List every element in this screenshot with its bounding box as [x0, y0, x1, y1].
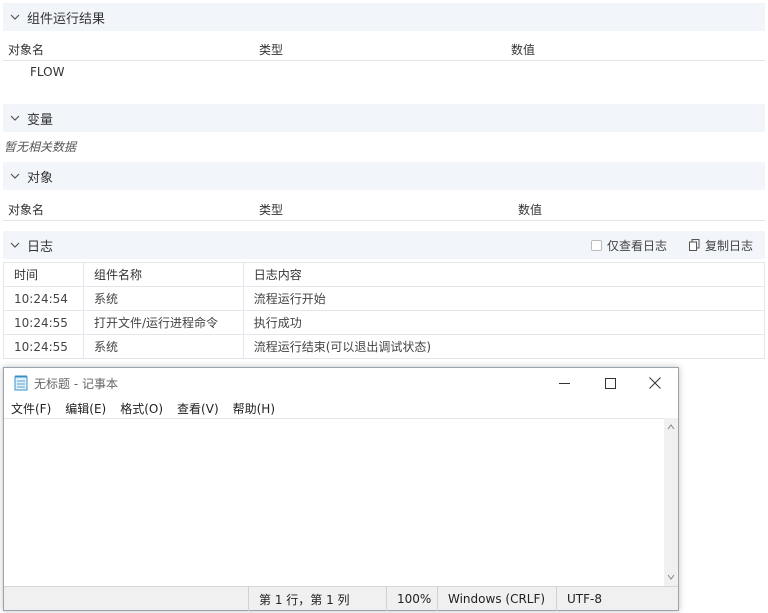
- log-table-header: 时间 组件名称 日志内容: [3, 262, 766, 287]
- status-encoding: UTF-8: [556, 587, 678, 611]
- status-line-ending: Windows (CRLF): [437, 587, 556, 611]
- notepad-icon: [14, 375, 28, 391]
- only-view-log-checkbox[interactable]: 仅查看日志: [590, 237, 667, 254]
- copy-log-button[interactable]: 复制日志: [688, 237, 753, 254]
- chevron-down-icon: [10, 173, 20, 179]
- log-component: 系统: [82, 286, 244, 311]
- log-col-time: 时间: [3, 262, 84, 287]
- log-section-title: 日志: [27, 239, 54, 255]
- variables-section-title: 变量: [27, 112, 54, 128]
- log-time: 10:24:54: [3, 286, 84, 311]
- minimize-icon: [558, 382, 570, 384]
- chevron-up-icon[interactable]: [667, 423, 675, 431]
- table-row[interactable]: 10:24:54 系统 流程运行开始: [3, 286, 766, 311]
- menu-file[interactable]: 文件(F): [11, 400, 51, 417]
- menu-view[interactable]: 查看(V): [177, 400, 219, 417]
- objects-column-header: 对象名 类型 数值: [3, 197, 765, 221]
- objects-col-name: 对象名: [8, 203, 45, 217]
- close-button[interactable]: [632, 368, 678, 398]
- maximize-icon: [604, 377, 616, 389]
- close-icon: [649, 377, 661, 389]
- objects-section-title: 对象: [27, 170, 54, 186]
- table-row[interactable]: 10:24:55 打开文件/运行进程命令 执行成功: [3, 310, 766, 335]
- results-column-header: 对象名 类型 数值: [3, 37, 765, 61]
- log-tools: 仅查看日志 复制日志: [590, 231, 753, 259]
- results-col-type: 类型: [259, 43, 284, 57]
- copy-log-label: 复制日志: [704, 238, 753, 253]
- variables-empty-text: 暂无相关数据: [4, 140, 77, 154]
- status-position: 第 1 行，第 1 列: [248, 587, 386, 611]
- maximize-button[interactable]: [587, 368, 633, 398]
- log-content: 流程运行结束(可以退出调试状态): [242, 334, 766, 359]
- menu-help[interactable]: 帮助(H): [233, 400, 275, 417]
- objects-col-value: 数值: [518, 203, 543, 217]
- log-section-header[interactable]: 日志 仅查看日志 复制日志: [3, 231, 765, 259]
- log-time: 10:24:55: [3, 310, 84, 335]
- checkbox-box[interactable]: [590, 239, 602, 251]
- notepad-vertical-scrollbar[interactable]: [664, 418, 678, 586]
- log-col-content: 日志内容: [242, 262, 766, 287]
- results-col-value: 数值: [511, 43, 536, 57]
- log-content: 执行成功: [242, 310, 766, 335]
- table-row[interactable]: 10:24:55 系统 流程运行结束(可以退出调试状态): [3, 334, 766, 359]
- minimize-button[interactable]: [541, 368, 587, 398]
- log-time: 10:24:55: [3, 334, 84, 359]
- notepad-title: 无标题 - 记事本: [34, 376, 118, 391]
- copy-icon: [688, 239, 700, 251]
- debug-panel: 组件运行结果 对象名 类型 数值 FLOW 变量 暂无相关数据 对象 对象名 类…: [0, 0, 768, 613]
- results-section-title: 组件运行结果: [27, 11, 106, 27]
- notepad-statusbar: 第 1 行，第 1 列 100% Windows (CRLF) UTF-8: [4, 586, 678, 611]
- log-component: 系统: [82, 334, 244, 359]
- status-zoom: 100%: [386, 587, 437, 611]
- menu-format[interactable]: 格式(O): [120, 400, 163, 417]
- variables-section-header[interactable]: 变量: [3, 104, 765, 132]
- only-view-log-label: 仅查看日志: [606, 238, 667, 253]
- results-col-name: 对象名: [8, 43, 45, 57]
- objects-col-type: 类型: [259, 203, 284, 217]
- results-row-name: FLOW: [30, 65, 65, 79]
- log-content: 流程运行开始: [242, 286, 766, 311]
- notepad-window[interactable]: 无标题 - 记事本 文件(F) 编辑(E) 格式(O) 查看(V) 帮助(H) …: [3, 367, 679, 611]
- notepad-menubar: 文件(F) 编辑(E) 格式(O) 查看(V) 帮助(H): [4, 398, 678, 418]
- menu-edit[interactable]: 编辑(E): [65, 400, 106, 417]
- chevron-down-icon: [10, 14, 20, 20]
- objects-section-header[interactable]: 对象: [3, 162, 765, 190]
- notepad-text-area[interactable]: [4, 418, 664, 586]
- chevron-down-icon[interactable]: [667, 573, 675, 581]
- log-table: 时间 组件名称 日志内容 10:24:54 系统 流程运行开始 10:24:55…: [3, 262, 766, 359]
- chevron-down-icon: [10, 242, 20, 248]
- chevron-down-icon: [10, 115, 20, 121]
- log-col-component: 组件名称: [82, 262, 244, 287]
- results-section-header[interactable]: 组件运行结果: [3, 3, 765, 31]
- log-component: 打开文件/运行进程命令: [82, 310, 244, 335]
